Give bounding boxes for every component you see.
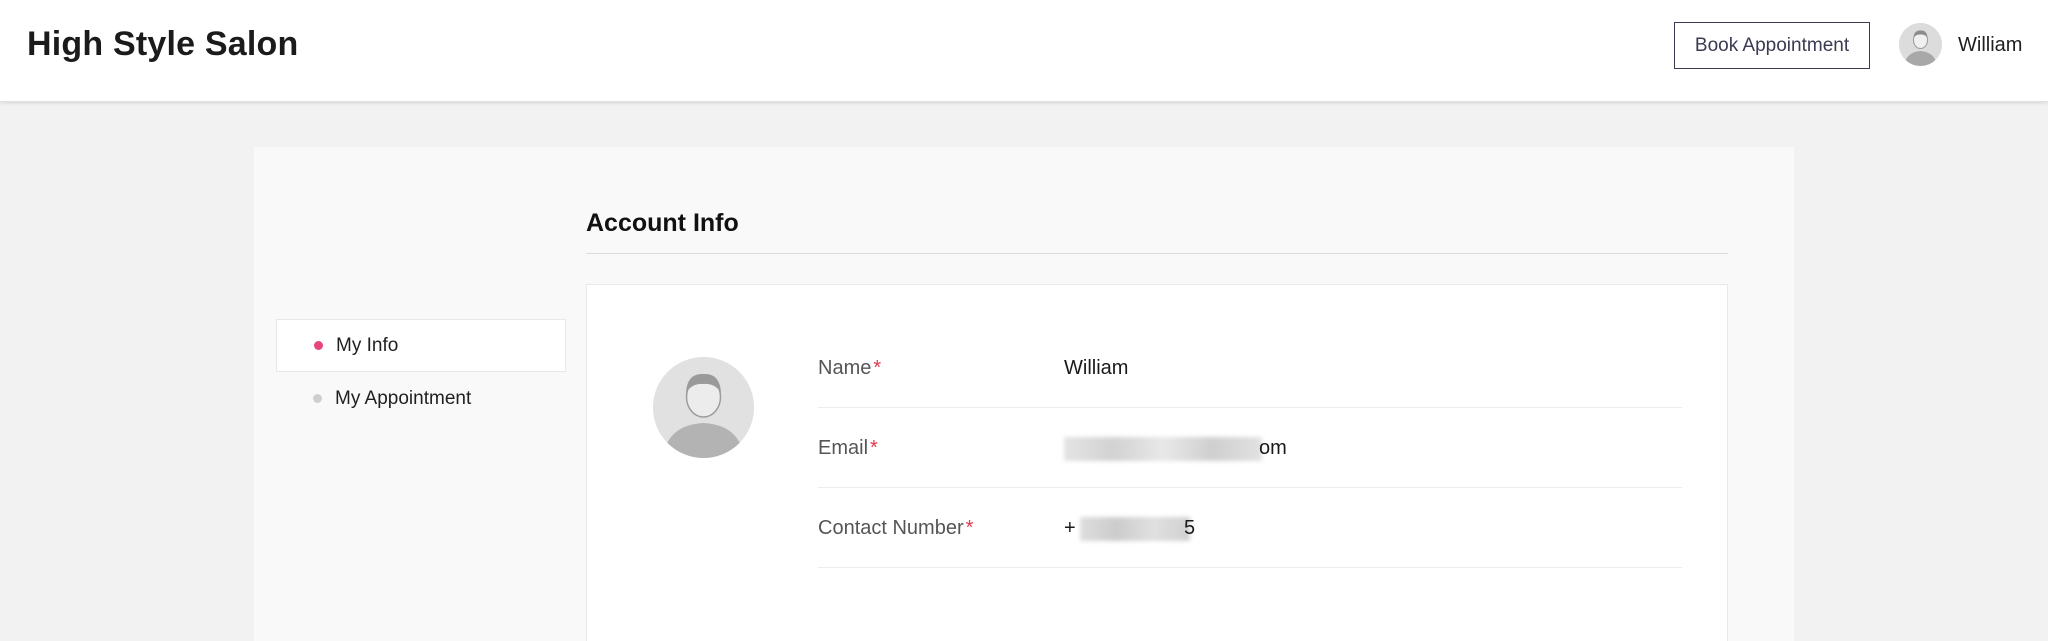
- active-dot-icon: [314, 341, 323, 350]
- book-appointment-button[interactable]: Book Appointment: [1674, 22, 1870, 69]
- email-field-row: Email * om: [818, 408, 1682, 488]
- email-redacted: [1064, 437, 1262, 461]
- name-label-text: Name: [818, 356, 872, 379]
- brand-title[interactable]: High Style Salon: [27, 25, 298, 64]
- contact-field-row: Contact Number * + 5: [818, 488, 1682, 568]
- contact-redacted: [1080, 517, 1190, 541]
- name-value: William: [1064, 356, 1129, 379]
- profile-avatar-icon: [653, 357, 754, 458]
- required-mark: *: [870, 436, 878, 459]
- contact-label: Contact Number *: [818, 488, 973, 568]
- title-divider: [586, 253, 1728, 254]
- email-label-text: Email: [818, 436, 869, 459]
- email-label: Email *: [818, 408, 878, 488]
- inactive-dot-icon: [313, 394, 322, 403]
- sidebar-item-label: My Info: [336, 334, 399, 356]
- required-mark: *: [965, 516, 974, 539]
- contact-value-prefix: +: [1064, 516, 1076, 539]
- top-bar: High Style Salon Book Appointment Willia…: [0, 0, 2048, 102]
- sidebar-item-label: My Appointment: [335, 387, 472, 409]
- user-name[interactable]: William: [1958, 34, 2022, 57]
- name-field-row: Name * William: [818, 328, 1682, 408]
- contact-value-tail: 5: [1184, 516, 1196, 539]
- user-avatar-icon[interactable]: [1899, 23, 1942, 66]
- sidebar-item-my-info[interactable]: My Info: [276, 319, 566, 372]
- account-sidebar: My Info My Appointment: [276, 319, 566, 425]
- name-label: Name *: [818, 328, 881, 408]
- required-mark: *: [873, 356, 882, 379]
- email-value-tail: om: [1259, 436, 1287, 459]
- contact-label-text: Contact Number: [818, 516, 964, 539]
- sidebar-item-my-appointment[interactable]: My Appointment: [276, 372, 566, 425]
- page-title: Account Info: [586, 209, 739, 237]
